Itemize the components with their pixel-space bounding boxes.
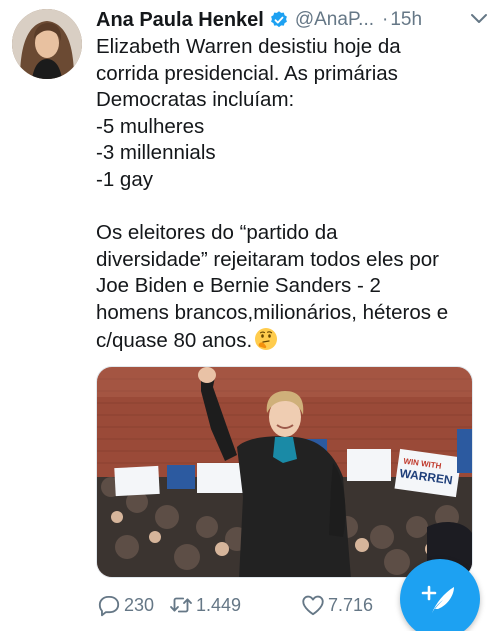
like-button[interactable]: 7.716 [300,592,373,618]
tweet-header: Ana Paula Henkel @AnaP... · 15h [96,6,486,34]
reply-icon [98,595,120,617]
retweet-button[interactable]: 1.449 [168,592,241,618]
header-separator: · [382,9,389,30]
tweet-timestamp[interactable]: 15h [390,9,422,31]
reply-count: 230 [124,594,155,615]
tweet[interactable]: Ana Paula Henkel @AnaP... · 15h Elizabet… [0,0,497,631]
like-count: 7.716 [328,594,374,615]
thinking-face-icon [255,327,278,350]
compose-feather-icon [421,585,454,613]
photo-image: WIN WITH WARREN [97,367,472,577]
chevron-down-icon[interactable] [469,12,489,26]
verified-badge-icon [270,11,287,28]
avatar-image [12,9,82,79]
retweet-icon [170,597,192,613]
tweet-photo[interactable]: WIN WITH WARREN [96,366,473,578]
tweet-text-container: Elizabeth Warren desistiu hoje da corrid… [96,34,486,354]
author-handle[interactable]: @AnaP... [295,9,374,31]
retweet-count: 1.449 [196,594,242,615]
heart-icon [302,595,324,616]
compose-tweet-button[interactable] [400,559,480,631]
author-name[interactable]: Ana Paula Henkel [96,9,264,32]
reply-button[interactable]: 230 [96,592,154,618]
avatar[interactable] [12,9,82,79]
tweet-text: Elizabeth Warren desistiu hoje da corrid… [96,35,449,352]
